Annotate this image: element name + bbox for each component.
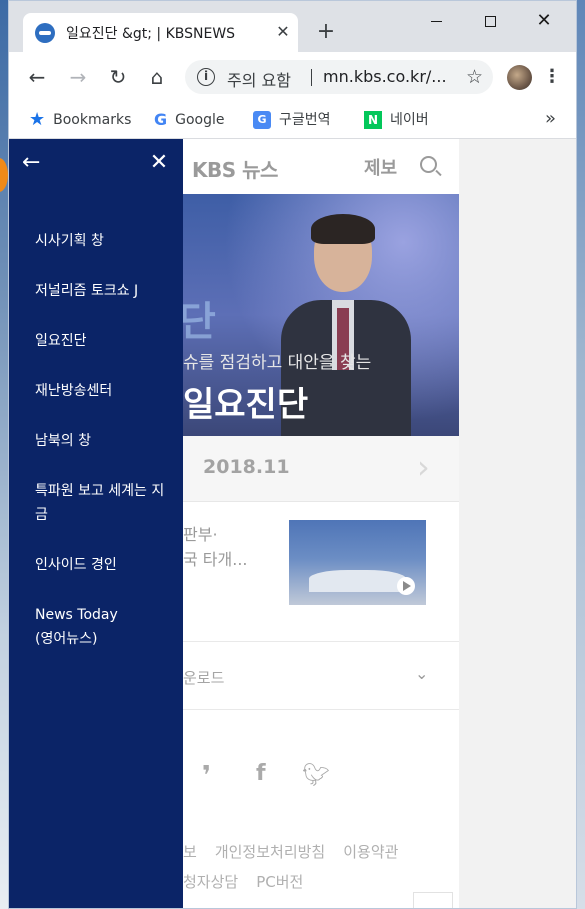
- url-text[interactable]: mn.kbs.co.kr/...: [323, 67, 447, 86]
- naver-icon: N: [364, 111, 382, 129]
- footer-link-privacy[interactable]: 개인정보처리방침: [215, 843, 325, 861]
- page-gutter: [459, 139, 576, 908]
- translate-icon: G: [253, 111, 271, 129]
- close-icon[interactable]: ✕: [149, 151, 169, 175]
- reload-button[interactable]: ↻: [106, 65, 130, 89]
- drawer-item[interactable]: 인사이드 경인: [35, 553, 175, 577]
- minimize-icon: [430, 20, 442, 22]
- bookmark-label: 구글번역: [279, 112, 331, 128]
- article-title-line2: 국 타개...: [183, 550, 248, 569]
- new-tab-button[interactable]: +: [314, 20, 338, 44]
- google-icon: G: [154, 110, 168, 129]
- article-title[interactable]: 판부· 국 타개...: [183, 522, 248, 572]
- bookmarks-star-icon: ★: [29, 109, 46, 130]
- date-navigator: 2018.11 ›: [179, 436, 459, 502]
- bookmark-naver[interactable]: N 네이버: [364, 110, 429, 130]
- hero-subtitle: 슈를 점검하고 대안을 찾는: [183, 353, 372, 373]
- chevron-down-icon[interactable]: ⌄: [415, 664, 428, 683]
- drawer-item[interactable]: 재난방송센터: [35, 379, 175, 403]
- hero-title: 일요진단: [183, 385, 309, 425]
- next-chevron-icon[interactable]: ›: [417, 448, 430, 486]
- divider: [179, 709, 459, 710]
- profile-avatar[interactable]: [507, 65, 532, 90]
- drawer-item[interactable]: 남북의 창: [35, 429, 175, 453]
- search-icon[interactable]: [420, 156, 437, 173]
- divider: [179, 641, 459, 642]
- bookmark-label: Bookmarks: [53, 112, 132, 128]
- kbs-news-logo[interactable]: KBS 뉴스: [192, 154, 278, 183]
- article-title-line1: 판부·: [183, 525, 218, 544]
- footer-link-pc-version[interactable]: PC버전: [256, 873, 303, 891]
- side-drawer: ← ✕ 시사기획 창 저널리즘 토크쇼 J 일요진단 재난방송센터 남북의 창 …: [9, 139, 183, 908]
- home-button[interactable]: ⌂: [145, 65, 169, 89]
- bookmarks-more-button[interactable]: »: [545, 108, 556, 129]
- footer-link-viewer-support[interactable]: 청자상담: [183, 873, 238, 891]
- back-arrow-icon[interactable]: ←: [22, 151, 46, 175]
- address-separator: [311, 69, 312, 86]
- drawer-item[interactable]: 일요진단: [35, 329, 175, 353]
- tab-active[interactable]: 일요진단 &gt; | KBSNEWS ✕: [23, 13, 298, 52]
- bookmark-label: Google: [175, 112, 225, 128]
- report-link[interactable]: 제보: [364, 154, 397, 180]
- facebook-icon[interactable]: f: [256, 761, 266, 786]
- bookmarks-bar: ★ Bookmarks G Google G 구글번역 N 네이버 »: [9, 102, 576, 139]
- date-label: 2018.11: [203, 456, 290, 478]
- info-icon[interactable]: i: [197, 68, 215, 86]
- bookmark-bookmarks[interactable]: ★ Bookmarks: [29, 110, 131, 130]
- drawer-item[interactable]: News Today (영어뉴스): [35, 603, 135, 651]
- title-bar: 일요진단 &gt; | KBSNEWS ✕ + ✕: [9, 1, 576, 52]
- download-label[interactable]: 운로드: [183, 667, 224, 688]
- kakao-icon[interactable]: ❜: [202, 761, 211, 791]
- footer-links-row1: 보 개인정보처리방침 이용약관: [183, 841, 416, 862]
- drawer-item[interactable]: 저널리즘 토크쇼 J: [35, 279, 175, 303]
- forward-button[interactable]: →: [66, 65, 90, 89]
- thumbnail-studio-desk: [309, 570, 406, 592]
- address-bar[interactable]: i 주의 요함 mn.kbs.co.kr/... ☆: [185, 60, 493, 94]
- drawer-item[interactable]: 특파원 보고 세계는 지금: [35, 479, 165, 527]
- security-label: 주의 요함: [227, 71, 291, 90]
- maximize-button[interactable]: [467, 8, 513, 34]
- drawer-menu: 시사기획 창 저널리즘 토크쇼 J 일요진단 재난방송센터 남북의 창 특파원 …: [35, 229, 175, 677]
- article-thumbnail[interactable]: [289, 520, 426, 605]
- footer-links-row2: 청자상담 PC버전: [183, 871, 321, 892]
- bookmark-translate[interactable]: G 구글번역: [253, 110, 331, 130]
- menu-dots-icon[interactable]: ⋮: [543, 65, 561, 89]
- close-window-button[interactable]: ✕: [521, 8, 567, 34]
- tab-title: 일요진단 &gt; | KBSNEWS: [66, 26, 236, 42]
- play-icon[interactable]: [397, 577, 415, 595]
- browser-toolbar: ← → ↻ ⌂ i 주의 요함 mn.kbs.co.kr/... ☆ ⋮: [9, 52, 576, 102]
- bookmark-google[interactable]: G Google: [154, 110, 225, 130]
- maximize-icon: [484, 15, 496, 27]
- back-button[interactable]: ←: [25, 65, 49, 89]
- hero-logo-mark: 단: [179, 299, 216, 345]
- tab-close-button[interactable]: ✕: [272, 21, 294, 43]
- bookmark-star-icon[interactable]: ☆: [466, 66, 483, 88]
- scroll-top-box[interactable]: [413, 892, 453, 908]
- page-viewport: KBS 뉴스 제보 단 슈를 점검하고 대안을 찾는 일요진단 2018.11 …: [9, 139, 576, 908]
- drawer-item[interactable]: 시사기획 창: [35, 229, 175, 253]
- footer-link-terms[interactable]: 이용약관: [343, 843, 398, 861]
- twitter-icon[interactable]: 🐦︎: [302, 763, 330, 788]
- footer-link[interactable]: 보: [183, 843, 197, 861]
- anchor-hair: [311, 214, 375, 244]
- browser-window: 일요진단 &gt; | KBSNEWS ✕ + ✕ ← → ↻ ⌂ i 주의 요…: [8, 0, 577, 909]
- bookmark-label: 네이버: [390, 112, 429, 128]
- kbs-favicon-icon: [35, 23, 55, 43]
- minimize-button[interactable]: [413, 8, 459, 34]
